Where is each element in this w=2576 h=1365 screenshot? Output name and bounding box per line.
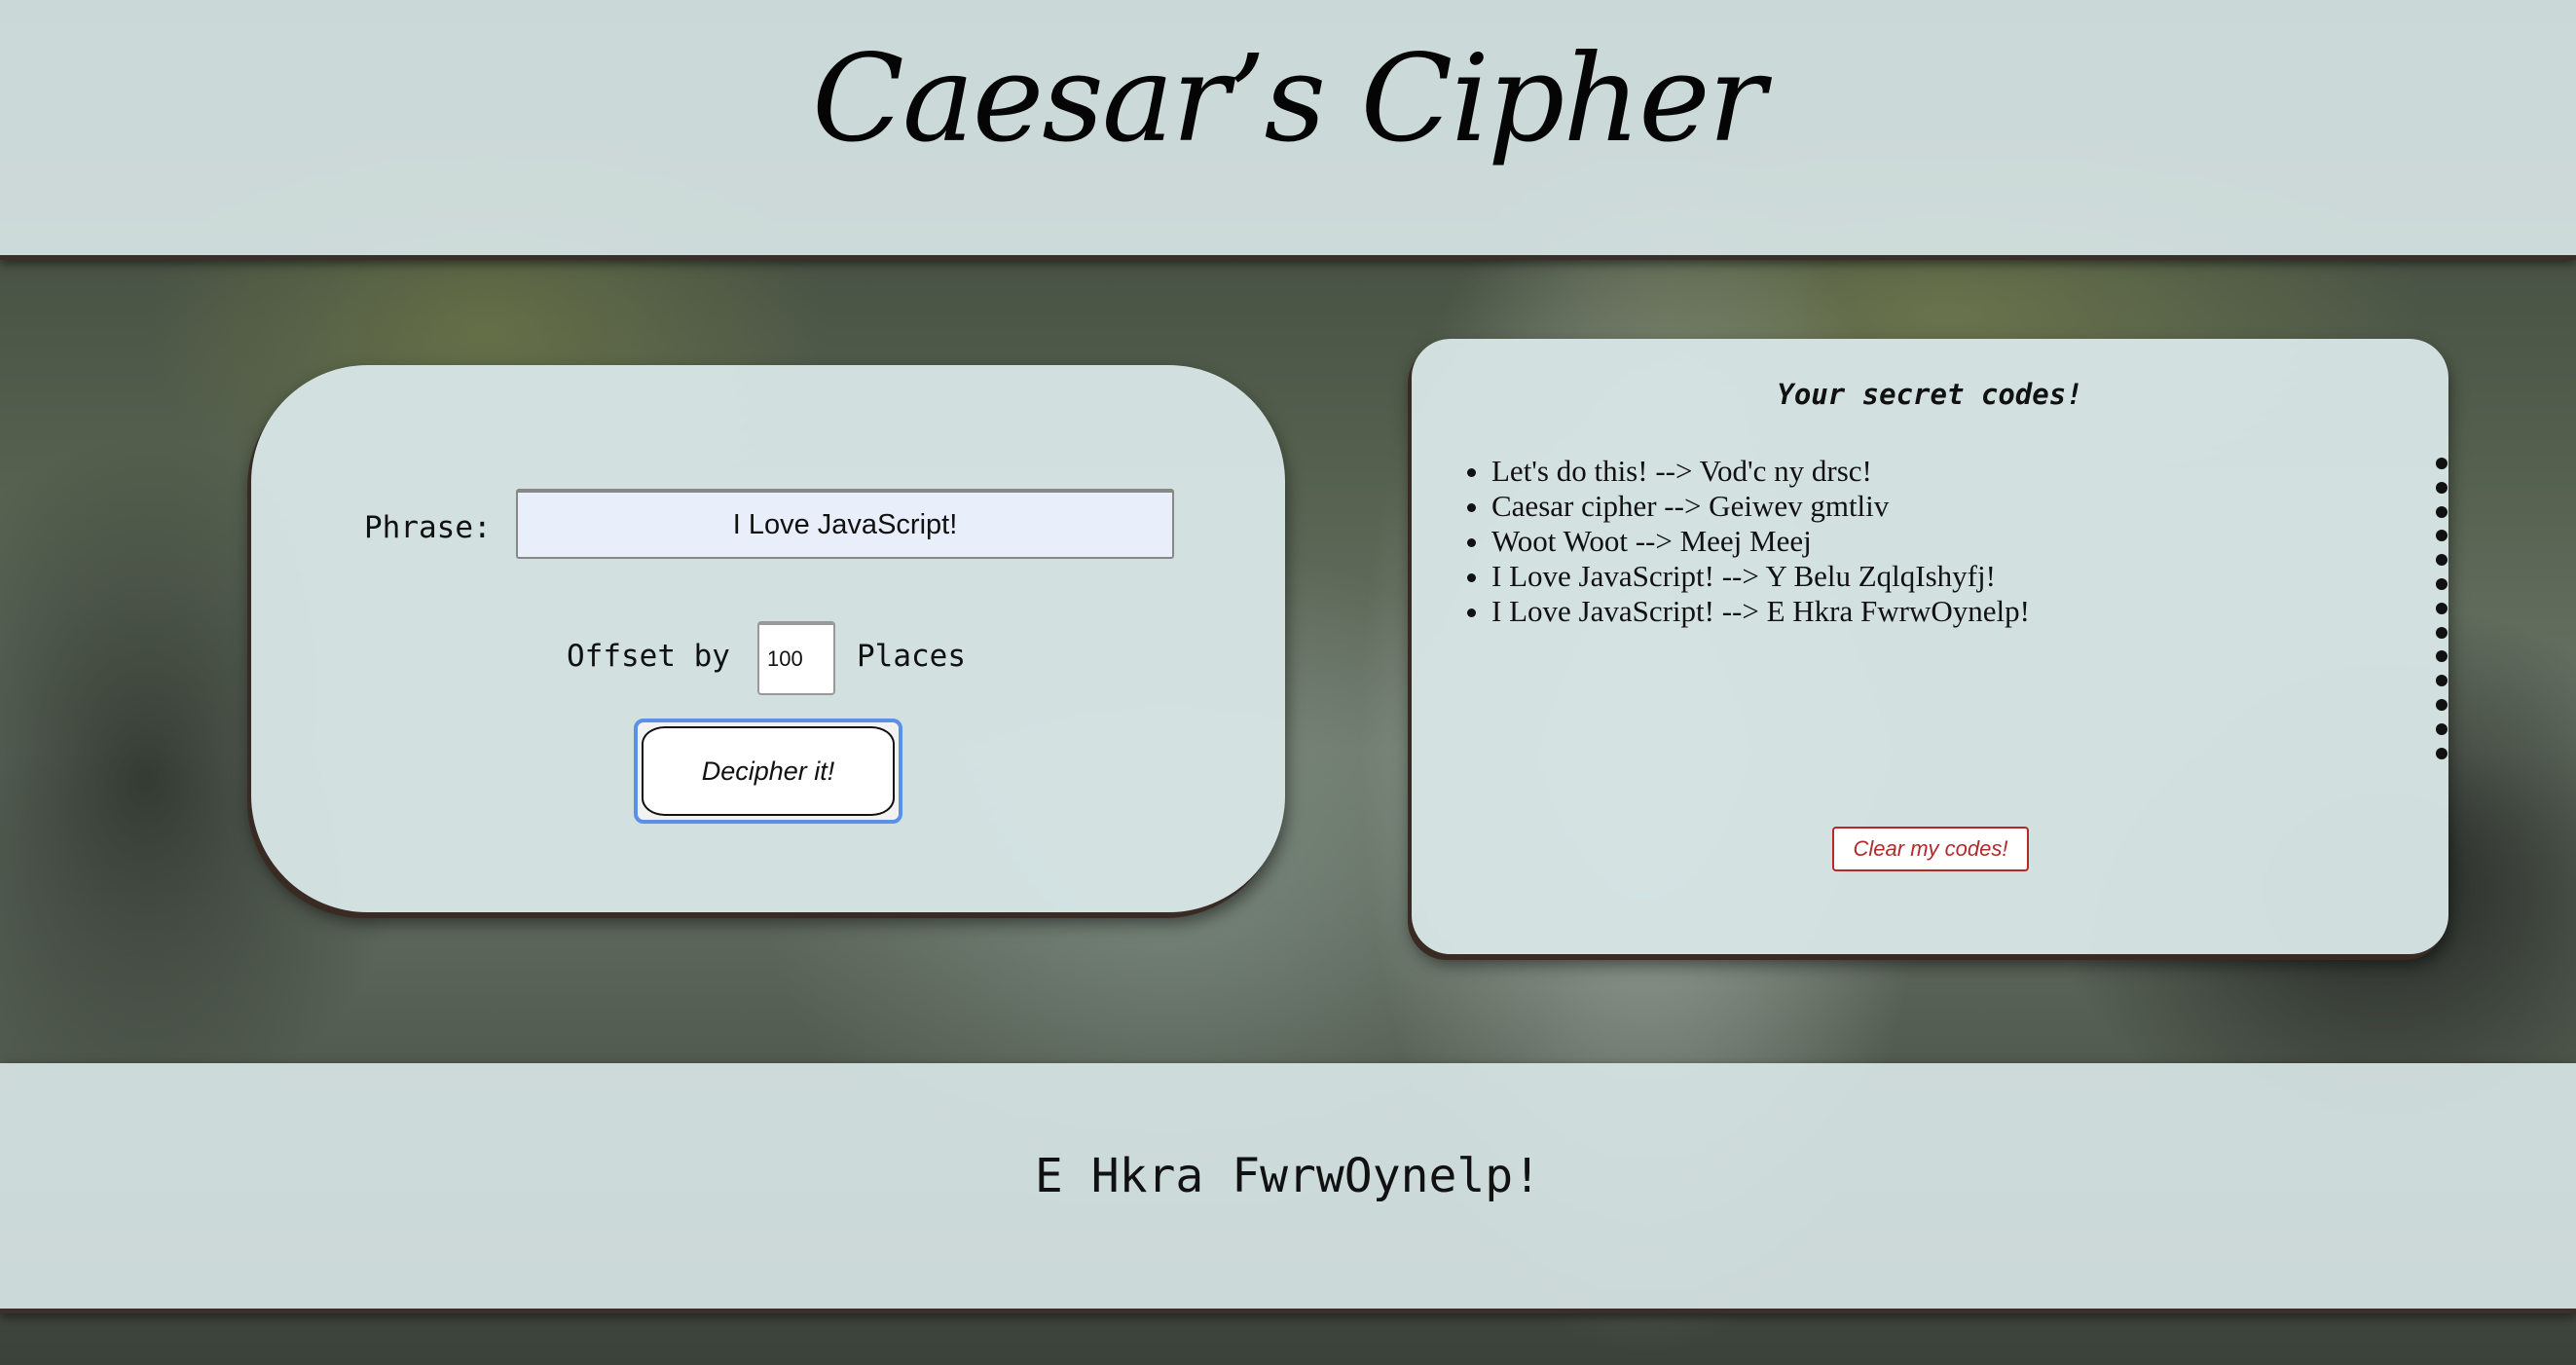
list-item: Let's do this! --> Vod'c ny drsc! <box>1491 454 2030 489</box>
codes-list: Let's do this! --> Vod'c ny drsc! Caesar… <box>1451 454 2030 629</box>
result-output: E Hkra FwrwOynelp! <box>1034 1149 1542 1203</box>
phrase-label: Phrase: <box>364 510 492 545</box>
decipher-button-label: Decipher it! <box>642 726 895 816</box>
offset-input[interactable] <box>757 621 835 695</box>
phrase-input[interactable] <box>516 489 1174 559</box>
list-item: I Love JavaScript! --> Y Belu ZqlqIshyfj… <box>1491 559 2030 594</box>
list-item: Caesar cipher --> Geiwev gmtliv <box>1491 489 2030 524</box>
offset-label: Offset by <box>567 639 730 674</box>
notebook-spiral-icon <box>2436 458 2447 771</box>
places-label: Places <box>857 639 966 674</box>
codes-title: Your secret codes! <box>1777 378 2083 411</box>
page-title: Caesar’s Cipher <box>812 29 1766 169</box>
decipher-button[interactable]: Decipher it! <box>634 719 902 824</box>
clear-codes-button[interactable]: Clear my codes! <box>1832 827 2029 871</box>
list-item: Woot Woot --> Meej Meej <box>1491 524 2030 559</box>
list-item: I Love JavaScript! --> E Hkra FwrwOynelp… <box>1491 594 2030 629</box>
